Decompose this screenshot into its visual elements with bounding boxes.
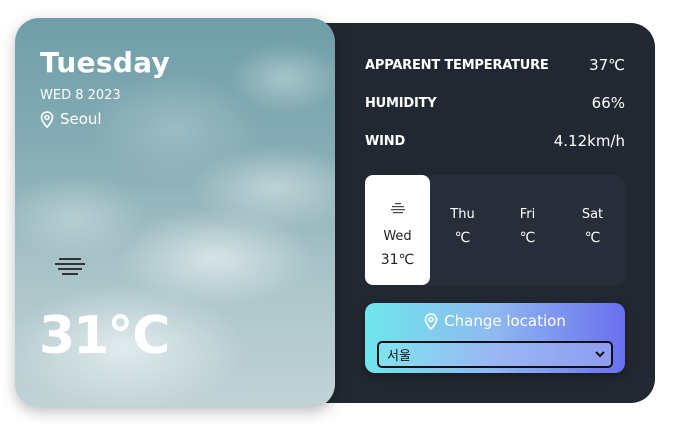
stat-row-humidity: HUMIDITY 66% xyxy=(365,94,625,112)
haze-icon xyxy=(53,256,87,278)
stat-value: 37℃ xyxy=(589,56,625,74)
location-pin-icon xyxy=(40,110,54,128)
week-forecast: Wed 31℃ Thu ℃ Fri ℃ Sat ℃ xyxy=(365,175,625,285)
forecast-day-name: Sat xyxy=(581,207,604,222)
forecast-day-temp: ℃ xyxy=(519,230,536,246)
forecast-day-fri[interactable]: Fri ℃ xyxy=(495,175,560,285)
forecast-day-temp: 31℃ xyxy=(380,252,415,268)
day-title: Tuesday xyxy=(40,46,171,79)
location-pin-icon xyxy=(424,312,438,330)
stat-row-apparent-temperature: APPARENT TEMPERATURE 37℃ xyxy=(365,56,625,74)
weather-hero-card: Tuesday WED 8 2023 Seoul 31℃ xyxy=(15,18,335,408)
haze-icon xyxy=(390,197,406,221)
stat-label: APPARENT TEMPERATURE xyxy=(365,57,549,73)
stat-value: 4.12km/h xyxy=(553,132,625,150)
forecast-day-temp: ℃ xyxy=(584,230,601,246)
change-location-button[interactable]: Change location xyxy=(365,310,625,332)
city-name: Seoul xyxy=(60,110,102,128)
stat-row-wind: WIND 4.12km/h xyxy=(365,132,625,150)
location-select[interactable]: 서울 xyxy=(377,341,613,368)
forecast-day-name: Wed xyxy=(383,229,412,244)
current-temperature: 31℃ xyxy=(39,306,170,366)
forecast-day-name: Thu xyxy=(450,207,475,222)
stat-label: WIND xyxy=(365,133,406,149)
stat-label: HUMIDITY xyxy=(365,95,437,111)
forecast-day-temp: ℃ xyxy=(454,230,471,246)
change-location-box: Change location 서울 xyxy=(365,303,625,373)
forecast-day-wed[interactable]: Wed 31℃ xyxy=(365,175,430,285)
forecast-day-sat[interactable]: Sat ℃ xyxy=(560,175,625,285)
location-line: Seoul xyxy=(40,110,102,128)
weather-stats: APPARENT TEMPERATURE 37℃ HUMIDITY 66% WI… xyxy=(365,56,625,170)
change-location-label: Change location xyxy=(444,312,566,330)
forecast-day-thu[interactable]: Thu ℃ xyxy=(430,175,495,285)
location-select-value: 서울 xyxy=(387,349,411,364)
date-text: WED 8 2023 xyxy=(40,88,121,103)
chevron-down-icon xyxy=(595,351,605,358)
forecast-day-name: Fri xyxy=(519,207,536,222)
stat-value: 66% xyxy=(591,94,625,112)
